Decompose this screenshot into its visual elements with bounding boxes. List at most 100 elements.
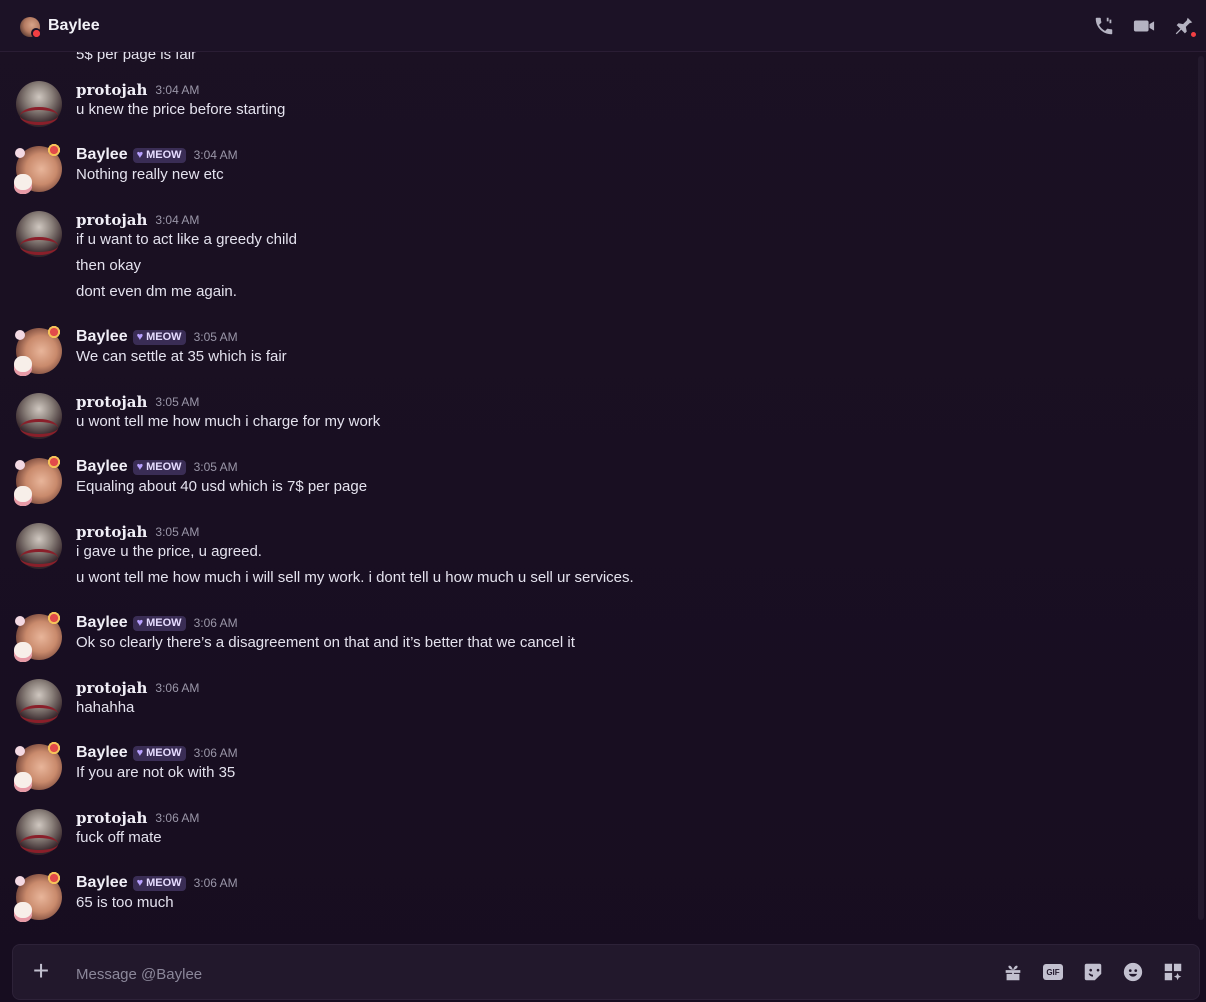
timestamp[interactable]: 3:06 AM <box>155 811 199 825</box>
emoji-icon[interactable] <box>1121 960 1145 984</box>
timestamp[interactable]: 3:05 AM <box>155 525 199 539</box>
message-text: 5$ per page is fair <box>76 52 197 63</box>
notification-dot <box>1189 30 1198 39</box>
message-header: Baylee ♥ MEOW 3:04 AM <box>76 146 238 164</box>
timestamp[interactable]: 3:04 AM <box>155 83 199 97</box>
author-name[interactable]: protojah <box>76 523 147 541</box>
message-text: i gave u the price, u agreed. <box>76 543 262 560</box>
avatar-decoration <box>46 144 62 156</box>
avatar-decoration <box>46 456 62 468</box>
composer-toolbar: GIF <box>1001 960 1185 984</box>
badge-label: MEOW <box>146 149 182 161</box>
clan-tag-badge[interactable]: ♥ MEOW <box>132 147 186 163</box>
timestamp[interactable]: 3:06 AM <box>194 616 238 630</box>
avatar[interactable] <box>14 612 62 662</box>
message-header: protojah 3:06 AM <box>76 809 199 827</box>
timestamp[interactable]: 3:06 AM <box>194 876 238 890</box>
message-header: Baylee ♥ MEOW 3:06 AM <box>76 744 238 762</box>
avatar[interactable] <box>14 144 62 194</box>
avatar[interactable] <box>16 679 62 725</box>
author-name[interactable]: Baylee <box>76 874 128 892</box>
avatar[interactable] <box>14 872 62 922</box>
message-text: Ok so clearly there’s a disagreement on … <box>76 634 575 651</box>
apps-icon[interactable] <box>1161 960 1185 984</box>
clan-tag-badge[interactable]: ♥ MEOW <box>132 615 186 631</box>
clan-tag-badge[interactable]: ♥ MEOW <box>132 745 186 761</box>
avatar-decoration <box>14 642 32 662</box>
status-dnd-icon <box>31 28 41 38</box>
avatar[interactable] <box>16 523 62 569</box>
message-composer: + GIF <box>12 944 1200 1000</box>
voice-call-icon[interactable] <box>1092 14 1116 38</box>
message-text: Nothing really new etc <box>76 166 224 183</box>
timestamp[interactable]: 3:06 AM <box>155 681 199 695</box>
message-text: If you are not ok with 35 <box>76 764 236 781</box>
message-list[interactable]: 5$ per page is fair protojah 3:04 AM u kne… <box>0 52 1196 932</box>
gif-icon[interactable]: GIF <box>1041 960 1065 984</box>
author-name[interactable]: Baylee <box>76 328 128 346</box>
avatar-decoration <box>14 174 32 194</box>
badge-label: MEOW <box>146 461 182 473</box>
sticker-icon[interactable] <box>1081 960 1105 984</box>
avatar-decoration <box>15 460 25 470</box>
timestamp[interactable]: 3:05 AM <box>194 460 238 474</box>
timestamp[interactable]: 3:05 AM <box>155 395 199 409</box>
clan-tag-badge[interactable]: ♥ MEOW <box>132 875 186 891</box>
header-toolbar <box>1092 14 1198 39</box>
avatar[interactable] <box>16 393 62 439</box>
avatar[interactable] <box>16 809 62 855</box>
timestamp[interactable]: 3:04 AM <box>194 148 238 162</box>
avatar[interactable] <box>14 326 62 376</box>
message-header: Baylee ♥ MEOW 3:06 AM <box>76 614 238 632</box>
message-header: Baylee ♥ MEOW 3:05 AM <box>76 328 238 346</box>
scrollbar[interactable] <box>1198 56 1204 920</box>
avatar[interactable] <box>14 456 62 506</box>
message-header: protojah 3:04 AM <box>76 211 199 229</box>
timestamp[interactable]: 3:05 AM <box>194 330 238 344</box>
dm-recipient-name[interactable]: Baylee <box>48 17 100 35</box>
message-input[interactable] <box>76 963 956 985</box>
avatar[interactable] <box>14 742 62 792</box>
message-header: protojah 3:05 AM <box>76 523 199 541</box>
author-name[interactable]: Baylee <box>76 146 128 164</box>
message-header: protojah 3:04 AM <box>76 81 199 99</box>
avatar-decoration <box>46 742 62 754</box>
avatar-decoration <box>15 876 25 886</box>
channel-header: Baylee <box>0 0 1206 52</box>
message-text: 65 is too much <box>76 894 174 911</box>
author-name[interactable]: protojah <box>76 81 147 99</box>
timestamp[interactable]: 3:06 AM <box>194 746 238 760</box>
avatar-decoration <box>14 356 32 376</box>
author-name[interactable]: Baylee <box>76 458 128 476</box>
avatar-decoration <box>15 148 25 158</box>
message-header: protojah 3:05 AM <box>76 393 199 411</box>
clan-tag-badge[interactable]: ♥ MEOW <box>132 459 186 475</box>
author-name[interactable]: Baylee <box>76 614 128 632</box>
message-text: Equaling about 40 usd which is 7$ per pa… <box>76 478 368 495</box>
author-name[interactable]: protojah <box>76 809 147 827</box>
video-call-icon[interactable] <box>1132 14 1156 38</box>
pinned-messages-icon[interactable] <box>1172 14 1198 39</box>
message-text: fuck off mate <box>76 829 162 846</box>
heart-icon: ♥ <box>136 877 144 889</box>
heart-icon: ♥ <box>136 617 144 629</box>
message-text: u wont tell me how much i charge for my … <box>76 413 381 430</box>
author-name[interactable]: Baylee <box>76 744 128 762</box>
avatar-decoration <box>14 772 32 792</box>
timestamp[interactable]: 3:04 AM <box>155 213 199 227</box>
avatar-decoration <box>46 326 62 338</box>
avatar-decoration <box>15 330 25 340</box>
add-attachment-button[interactable]: + <box>29 957 53 985</box>
badge-label: MEOW <box>146 877 182 889</box>
gift-icon[interactable] <box>1001 960 1025 984</box>
avatar-decoration <box>15 746 25 756</box>
message-header: Baylee ♥ MEOW 3:05 AM <box>76 458 238 476</box>
avatar[interactable] <box>16 81 62 127</box>
avatar[interactable] <box>16 211 62 257</box>
author-name[interactable]: protojah <box>76 211 147 229</box>
author-name[interactable]: protojah <box>76 679 147 697</box>
message-text: We can settle at 35 which is fair <box>76 348 287 365</box>
author-name[interactable]: protojah <box>76 393 147 411</box>
clan-tag-badge[interactable]: ♥ MEOW <box>132 329 186 345</box>
message-text: u wont tell me how much i will sell my w… <box>76 569 634 586</box>
